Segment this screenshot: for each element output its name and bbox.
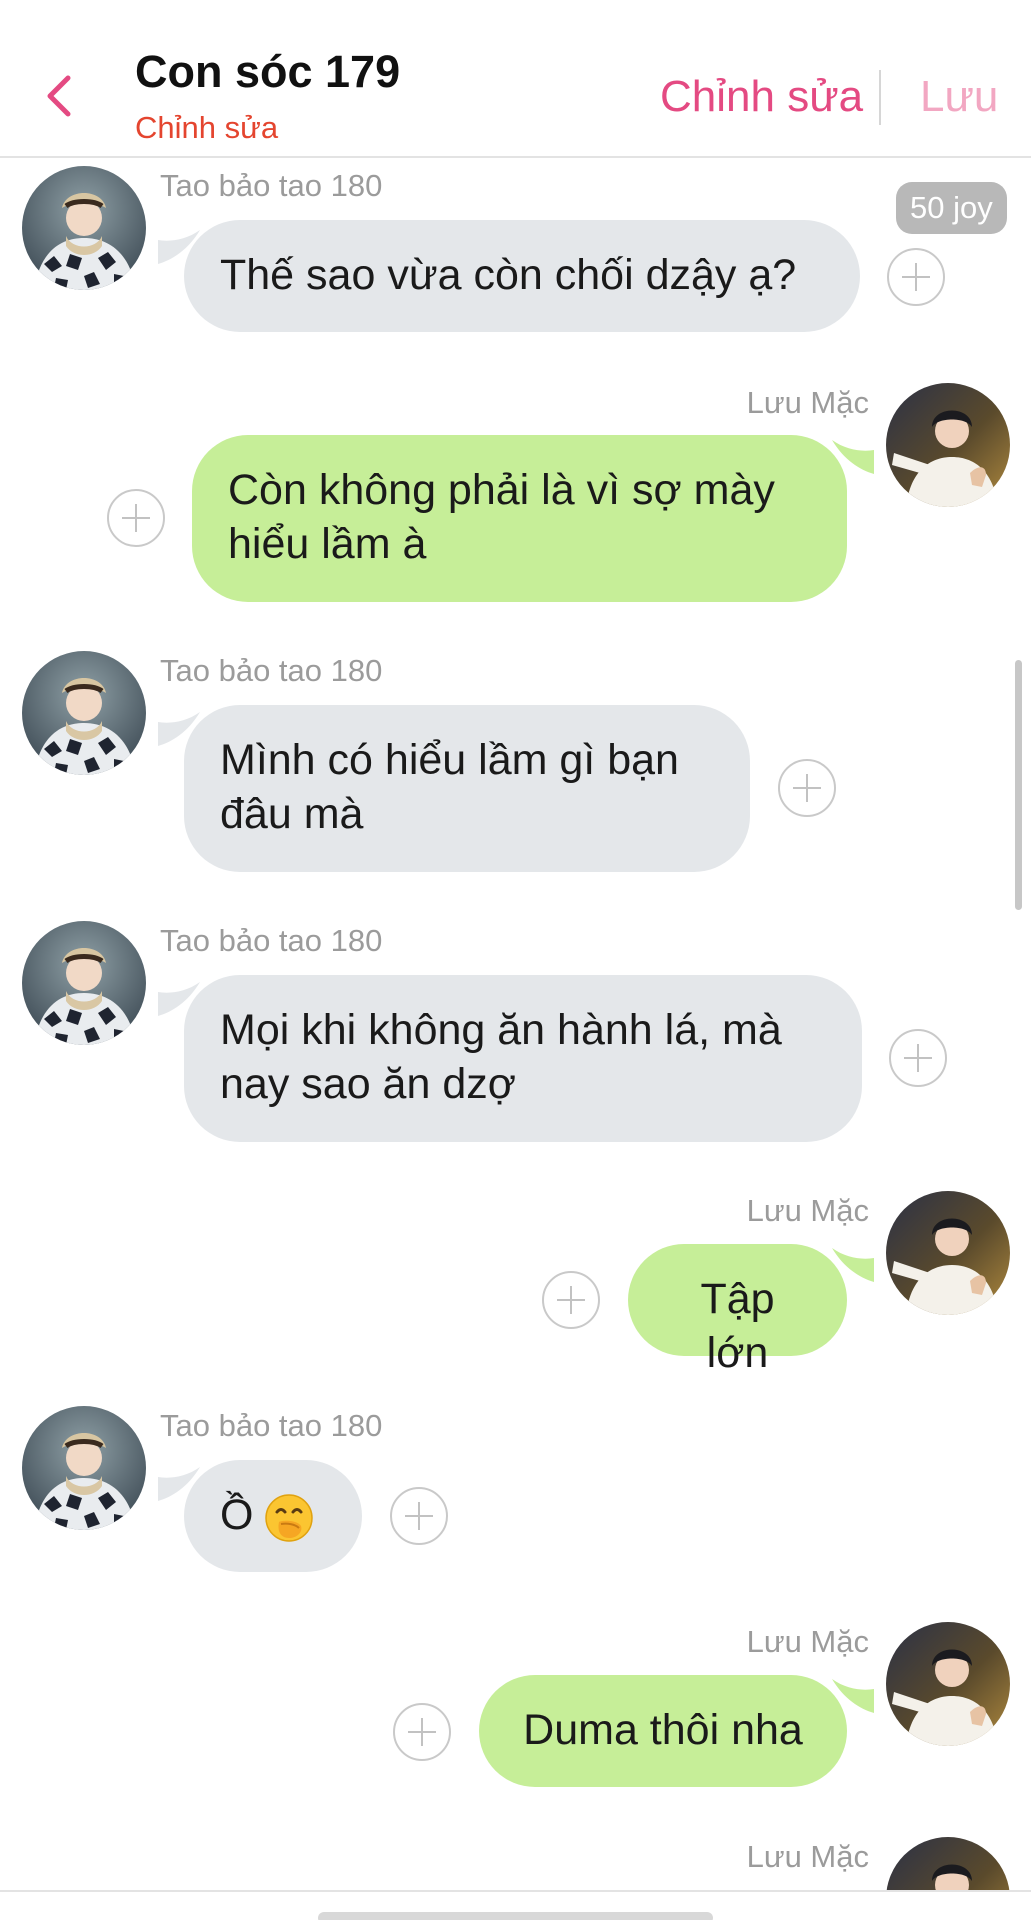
avatar[interactable] xyxy=(886,1191,1010,1315)
avatar-image xyxy=(886,1191,1010,1315)
message-bubble[interactable]: Mình có hiểu lầm gì bạn đâu mà xyxy=(184,705,750,872)
sender-name: Tao bảo tao 180 xyxy=(160,1408,383,1443)
avatar-image xyxy=(886,1622,1010,1746)
sender-name: Lưu Mặc xyxy=(746,1624,869,1659)
avatar[interactable] xyxy=(886,383,1010,507)
input-box-edge[interactable] xyxy=(318,1912,713,1920)
avatar-image xyxy=(886,383,1010,507)
message-bubble[interactable]: Mọi khi không ăn hành lá, mà nay sao ăn … xyxy=(184,975,862,1142)
avatar[interactable] xyxy=(886,1622,1010,1746)
sender-name: Tao bảo tao 180 xyxy=(160,168,383,203)
edit-button[interactable]: Chỉnh sửa xyxy=(660,72,863,122)
sender-name: Lưu Mặc xyxy=(746,1193,869,1228)
avatar[interactable] xyxy=(22,166,146,290)
add-reaction-button[interactable] xyxy=(778,759,836,817)
back-button[interactable] xyxy=(40,70,80,122)
message-bubble[interactable]: Còn không phải là vì sợ mày hiểu lầm à xyxy=(192,435,847,602)
joy-badge: 50 joy xyxy=(896,182,1007,234)
avatar[interactable] xyxy=(22,651,146,775)
add-reaction-button[interactable] xyxy=(887,248,945,306)
message-bubble[interactable]: Thế sao vừa còn chối dzậy ạ? xyxy=(184,220,860,332)
message-bubble[interactable]: Tập lớn xyxy=(628,1244,847,1377)
sender-name: Lưu Mặc xyxy=(746,385,869,420)
add-reaction-button[interactable] xyxy=(889,1029,947,1087)
add-reaction-button[interactable] xyxy=(390,1487,448,1545)
avatar-image xyxy=(22,651,146,775)
sender-name: Lưu Mặc xyxy=(746,1839,869,1874)
avatar[interactable] xyxy=(22,921,146,1045)
add-reaction-button[interactable] xyxy=(393,1703,451,1761)
chat-header: Con sóc 179 Chỉnh sửa Chỉnh sửa Lưu xyxy=(0,0,1031,158)
avatar[interactable] xyxy=(22,1406,146,1530)
message-bubble[interactable]: Ồ xyxy=(184,1460,362,1572)
sender-name: Tao bảo tao 180 xyxy=(160,653,383,688)
chat-title: Con sóc 179 xyxy=(135,46,401,97)
header-divider xyxy=(879,70,881,125)
save-button[interactable]: Lưu xyxy=(920,72,998,122)
avatar-image xyxy=(22,1406,146,1530)
message-bubble[interactable]: Duma thôi nha xyxy=(479,1675,847,1787)
message-text: Ồ xyxy=(220,1491,254,1539)
avatar-image xyxy=(22,166,146,290)
chat-subtitle: Chỉnh sửa xyxy=(135,110,279,145)
avatar-image xyxy=(22,921,146,1045)
hand-over-mouth-emoji-icon xyxy=(263,1492,315,1544)
add-reaction-button[interactable] xyxy=(107,489,165,547)
sender-name: Tao bảo tao 180 xyxy=(160,923,383,958)
chevron-left-icon xyxy=(47,75,71,117)
scrollbar[interactable] xyxy=(1015,660,1022,910)
add-reaction-button[interactable] xyxy=(542,1271,600,1329)
